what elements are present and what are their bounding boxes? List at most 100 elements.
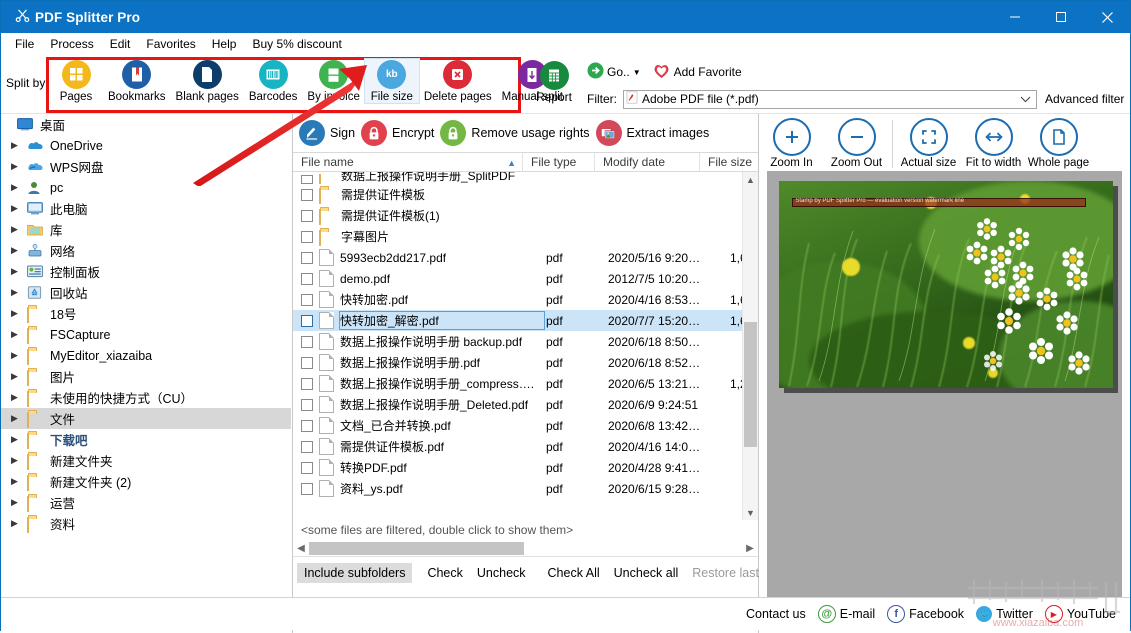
menu-item-process[interactable]: Process [42,35,101,53]
row-checkbox[interactable] [301,335,313,348]
chevron-right-icon[interactable]: ▶ [11,392,27,403]
menu-item-edit[interactable]: Edit [102,35,139,53]
chevron-right-icon[interactable]: ▶ [11,266,27,277]
row-checkbox[interactable] [301,377,313,390]
tree-item-control-panel[interactable]: ▶ 控制面板 [1,261,291,282]
table-row[interactable]: 资料_ys.pdf pdf 2020/6/15 9:28… [293,478,758,499]
include-subfolders-button[interactable]: Include subfolders [297,563,413,583]
chevron-right-icon[interactable]: ▶ [11,308,27,319]
chevron-right-icon[interactable]: ▶ [11,182,27,193]
tree-item-recycle-bin[interactable]: ▶ 回收站 [1,282,291,303]
chevron-right-icon[interactable]: ▶ [11,434,27,445]
tree-item-this-pc[interactable]: ▶ 此电脑 [1,198,291,219]
email-link[interactable]: @ E-mail [817,605,875,623]
tree-item-pictures[interactable]: ▶ 图片 [1,366,291,387]
row-checkbox[interactable] [301,482,313,495]
minimize-button[interactable] [992,1,1038,33]
column-header-file-size[interactable]: File size [700,153,758,171]
hscroll-track[interactable] [309,541,742,555]
chevron-down-icon[interactable] [1020,92,1031,106]
tree-item-library[interactable]: ▶ 库 [1,219,291,240]
row-checkbox[interactable] [301,272,313,285]
tree-item-newfolder-2[interactable]: ▶ 新建文件夹 (2) [1,471,291,492]
chevron-right-icon[interactable]: ▶ [11,455,27,466]
check-button[interactable]: Check [420,563,469,583]
preview-canvas[interactable]: Stamp by PDF Splitter Pro — evaluation v… [767,171,1122,601]
action-remove-usage-rights[interactable]: Remove usage rights [440,120,590,146]
twitter-link[interactable]: 🐦 Twitter [976,606,1033,622]
table-row[interactable]: 转换PDF.pdf pdf 2020/4/28 9:41… [293,457,758,478]
row-checkbox[interactable] [301,440,313,453]
row-checkbox[interactable] [301,461,313,474]
scroll-down-icon[interactable]: ▼ [743,505,758,520]
tree-item-fscapture[interactable]: ▶ FSCapture [1,324,291,345]
uncheck-button[interactable]: Uncheck [470,563,533,583]
table-row[interactable]: 需提供证件模板 [293,184,758,205]
chevron-right-icon[interactable]: ▶ [11,518,27,529]
row-checkbox[interactable] [301,356,313,369]
tree-item-wenjian[interactable]: ▶ 文件 [1,408,291,429]
tool-pages[interactable]: Pages [49,59,103,103]
table-row[interactable]: 字幕图片 [293,226,758,247]
row-checkbox[interactable] [301,398,313,411]
row-checkbox[interactable] [301,175,313,184]
tree-item-unused-shortcuts[interactable]: ▶ 未使用的快捷方式（CU） [1,387,291,408]
tool-bookmarks[interactable]: Bookmarks [103,59,171,103]
table-row[interactable]: 文档_已合并转换.pdf pdf 2020/6/8 13:42… [293,415,758,436]
table-row[interactable]: 数据上报操作说明手册_compress…. pdf 2020/6/5 13:21… [293,373,758,394]
tree-item-xiazaiba[interactable]: ▶ 下载吧 [1,429,291,450]
menu-item-file[interactable]: File [7,35,42,53]
table-row[interactable]: 需提供证件模板.pdf pdf 2020/4/16 14:0… [293,436,758,457]
table-row[interactable]: 快转加密_解密.pdf pdf 2020/7/7 15:20… 1,6: [293,310,758,331]
tool-blank-pages[interactable]: Blank pages [171,59,244,103]
table-row[interactable]: 快转加密.pdf pdf 2020/4/16 8:53… 1,6: [293,289,758,310]
add-favorite-button[interactable]: Add Favorite [653,63,742,82]
tree-item-newfolder[interactable]: ▶ 新建文件夹 [1,450,291,471]
chevron-right-icon[interactable]: ▶ [11,350,27,361]
table-row[interactable]: 数据上报操作说明手册.pdf pdf 2020/6/18 8:52… [293,352,758,373]
tree-item-pc[interactable]: ▶ pc [1,177,291,198]
table-row[interactable]: 数据上报操作说明手册_Deleted.pdf pdf 2020/6/9 9:24… [293,394,758,415]
chevron-down-icon[interactable]: ▼ [633,68,641,77]
table-row[interactable]: 5993ecb2dd217.pdf pdf 2020/5/16 9:20… 1,… [293,247,758,268]
go-button[interactable]: Go.. ▼ [587,62,641,82]
scroll-up-icon[interactable]: ▲ [743,172,758,187]
row-checkbox[interactable] [301,293,313,306]
tool-by-invoice[interactable]: By invoice [302,59,364,103]
advanced-filter-link[interactable]: Advanced filter [1045,92,1124,106]
chevron-right-icon[interactable]: ▶ [11,224,27,235]
chevron-right-icon[interactable]: ▶ [11,413,27,424]
filtered-files-note[interactable]: <some files are filtered, double click t… [293,520,758,540]
tree-item-desktop[interactable]: 桌面 [1,114,291,135]
zoom-out-button[interactable]: Zoom Out [824,118,889,169]
folder-tree[interactable]: 桌面 ▶ OneDrive ▶ WPS网盘 ▶ pc ▶ 此电脑 ▶ 库 ▶ 网… [1,114,292,633]
tool-report[interactable]: Report [525,61,583,104]
row-checkbox[interactable] [301,314,313,327]
maximize-button[interactable] [1038,1,1084,33]
vertical-scrollbar[interactable]: ▲ ▼ [742,172,758,520]
chevron-right-icon[interactable]: ▶ [11,476,27,487]
table-row[interactable]: demo.pdf pdf 2012/7/5 10:20… [293,268,758,289]
scroll-left-icon[interactable]: ◀ [293,543,309,554]
chevron-right-icon[interactable]: ▶ [11,161,27,172]
zoom-in-button[interactable]: Zoom In [759,118,824,169]
chevron-right-icon[interactable]: ▶ [11,245,27,256]
tree-item-network[interactable]: ▶ 网络 [1,240,291,261]
tool-delete-pages[interactable]: Delete pages [419,59,497,103]
menu-item-favorites[interactable]: Favorites [138,35,203,53]
row-checkbox[interactable] [301,188,313,201]
youtube-link[interactable]: ▶ YouTube [1044,605,1116,623]
tree-item-myeditor[interactable]: ▶ MyEditor_xiazaiba [1,345,291,366]
actual-size-button[interactable]: Actual size [896,118,961,169]
close-button[interactable] [1084,1,1130,33]
check-all-button[interactable]: Check All [541,563,607,583]
chevron-right-icon[interactable]: ▶ [11,203,27,214]
column-header-modify-date[interactable]: Modify date [595,153,700,171]
column-header-file-name[interactable]: File name ▲ [293,153,523,171]
file-list-body[interactable]: 数据上报操作说明手册_SplitPDF 需提供证件模板 需提供证件模板(1) 字… [293,172,758,520]
filter-dropdown[interactable]: Adobe PDF file (*.pdf) [623,89,1037,109]
facebook-link[interactable]: f Facebook [887,605,964,623]
tree-item-onedrive[interactable]: ▶ OneDrive [1,135,291,156]
action-sign[interactable]: Sign [299,120,355,146]
tool-file-size[interactable]: kb File size [363,58,420,104]
